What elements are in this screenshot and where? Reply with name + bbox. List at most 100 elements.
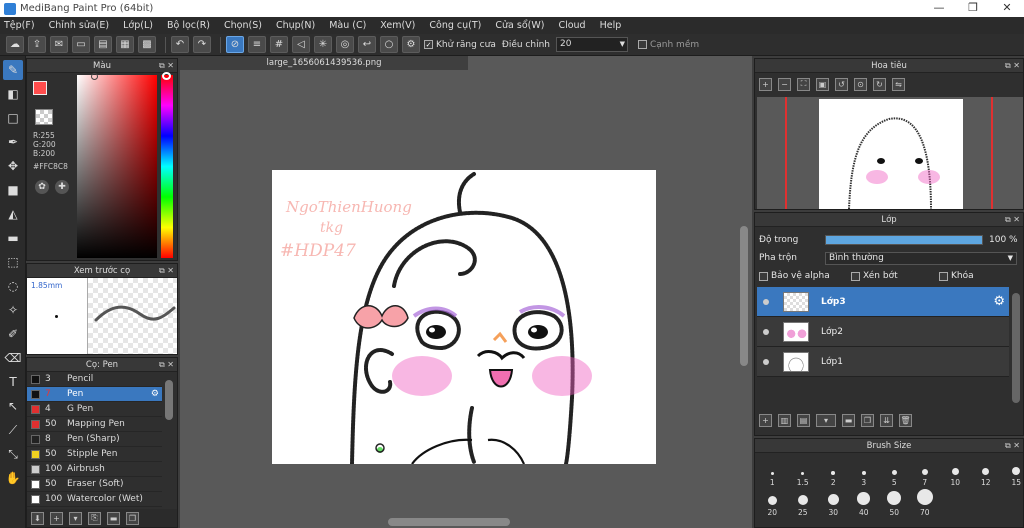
- snap-perspective-icon[interactable]: ◁: [292, 36, 310, 53]
- redo-icon[interactable]: ↷: [193, 36, 211, 53]
- gradient-tool-icon[interactable]: ▬: [3, 228, 23, 248]
- panel-buttons-icon[interactable]: ⧉ ✕: [1005, 59, 1020, 73]
- brush-list-scrollbar[interactable]: [165, 380, 173, 420]
- duplicate-icon[interactable]: ❐: [126, 511, 139, 525]
- panel-buttons-icon[interactable]: ⧉ ✕: [159, 358, 174, 372]
- panel-buttons-icon[interactable]: ⧉ ✕: [159, 59, 174, 73]
- blend-mode-select[interactable]: Bình thường ▼: [825, 251, 1017, 265]
- layer-row-selected[interactable]: Lớp3 ⚙: [757, 287, 1009, 317]
- menu-tools[interactable]: Công cụ(T): [429, 20, 481, 31]
- hue-slider[interactable]: [161, 75, 173, 258]
- snap-settings-icon[interactable]: ⚙: [402, 36, 420, 53]
- zoom-out-icon[interactable]: −: [778, 77, 791, 91]
- eyedropper-icon[interactable]: ⤡: [3, 444, 23, 464]
- brush-item[interactable]: 4 G Pen: [27, 402, 162, 417]
- smooth-option[interactable]: Cạnh mềm: [637, 40, 699, 50]
- brush-size-option[interactable]: 12: [971, 457, 1002, 487]
- snap-grid-icon[interactable]: #: [270, 36, 288, 53]
- move-tool-icon[interactable]: ✥: [3, 156, 23, 176]
- brush-item[interactable]: 100 Airbrush: [27, 462, 162, 477]
- color-picker-cursor[interactable]: [91, 73, 98, 80]
- magic-wand-icon[interactable]: ✧: [3, 300, 23, 320]
- brush-item[interactable]: 100 Watercolor (Wet): [27, 492, 162, 507]
- menu-layer[interactable]: Lớp(L): [123, 20, 153, 31]
- new-brush-icon[interactable]: +: [50, 511, 63, 525]
- brush-copy-icon[interactable]: ⎘: [88, 511, 101, 525]
- eraser-tool-icon[interactable]: ◧: [3, 84, 23, 104]
- adjust-select[interactable]: 20 ▼: [555, 37, 628, 52]
- flip-icon[interactable]: ⇋: [892, 77, 905, 91]
- divide-tool-icon[interactable]: ⟋: [3, 420, 23, 440]
- visibility-icon[interactable]: [763, 328, 769, 335]
- brush-item-selected[interactable]: 7 Pen ⚙: [27, 387, 162, 402]
- drawing-canvas[interactable]: NgoThienHuong tkg #HDP47: [272, 170, 656, 466]
- brush-size-option[interactable]: 70: [910, 487, 941, 517]
- menu-file[interactable]: Tệp(F): [4, 20, 35, 31]
- duplicate-layer-icon[interactable]: ❐: [861, 413, 874, 427]
- select-eraser-icon[interactable]: ⌫: [3, 348, 23, 368]
- snap-ellipse-icon[interactable]: ○: [380, 36, 398, 53]
- brush-item[interactable]: 50 Eraser (Soft): [27, 477, 162, 492]
- brush-size-option[interactable]: 15: [1001, 457, 1024, 487]
- brush-size-option[interactable]: 2: [818, 457, 849, 487]
- menu-filter[interactable]: Bộ lọc(R): [167, 20, 210, 31]
- brush-size-option[interactable]: 7: [910, 457, 941, 487]
- close-button[interactable]: ✕: [990, 0, 1024, 17]
- menu-edit[interactable]: Chỉnh sửa(E): [49, 20, 110, 31]
- opacity-slider[interactable]: [825, 235, 983, 245]
- menu-help[interactable]: Help: [600, 20, 622, 31]
- canvas-vertical-scrollbar[interactable]: [740, 226, 748, 366]
- canvas-horizontal-scrollbar[interactable]: [388, 518, 510, 526]
- palette-icon[interactable]: ✿: [35, 180, 49, 194]
- panel-buttons-icon[interactable]: ⧉ ✕: [1005, 213, 1020, 227]
- select-tool-icon[interactable]: ⬚: [3, 252, 23, 272]
- transparent-swatch[interactable]: [35, 109, 53, 125]
- hue-slider-thumb[interactable]: [162, 72, 171, 80]
- saturation-value-picker[interactable]: [77, 75, 157, 258]
- document-tab[interactable]: large_1656061439536.png: [180, 56, 468, 70]
- comment-icon[interactable]: ✉: [50, 36, 68, 53]
- gear-icon[interactable]: ⚙: [151, 389, 159, 399]
- navigator-preview[interactable]: [757, 97, 1023, 210]
- folder-icon[interactable]: ▬: [107, 511, 120, 525]
- brush-download-icon[interactable]: ⬇: [31, 511, 44, 525]
- visibility-icon[interactable]: [763, 358, 769, 365]
- share-icon[interactable]: ⇪: [28, 36, 46, 53]
- layer-list-scrollbar[interactable]: [1012, 293, 1020, 403]
- brush-size-option[interactable]: 3: [849, 457, 880, 487]
- new-8bit-layer-icon[interactable]: ▤: [797, 413, 810, 427]
- brush-item[interactable]: 50 Mapping Pen: [27, 417, 162, 432]
- rotate-right-icon[interactable]: ↻: [873, 77, 886, 91]
- canvas-area[interactable]: large_1656061439536.png NgoThienHuong tk…: [180, 56, 752, 528]
- grid-icon[interactable]: ▩: [138, 36, 156, 53]
- pages-icon[interactable]: ▦: [116, 36, 134, 53]
- snap-curve-icon[interactable]: ↩: [358, 36, 376, 53]
- layer-row[interactable]: Lớp1: [757, 347, 1009, 377]
- brush-item[interactable]: 50 Stipple Pen: [27, 447, 162, 462]
- menu-color[interactable]: Màu (C): [329, 20, 366, 31]
- snap-parallel-icon[interactable]: ≡: [248, 36, 266, 53]
- panel-buttons-icon[interactable]: ⧉ ✕: [1005, 439, 1020, 453]
- brush-size-option[interactable]: 25: [788, 487, 819, 517]
- chat-icon[interactable]: ▭: [72, 36, 90, 53]
- new-halftone-layer-icon[interactable]: ▥: [778, 413, 791, 427]
- antialias-option[interactable]: ✓ Khử răng cưa: [424, 40, 496, 50]
- folder-icon[interactable]: ▬: [842, 413, 855, 427]
- layer-menu-icon[interactable]: ▾: [816, 413, 836, 427]
- cloud-icon[interactable]: ☁: [6, 36, 24, 53]
- minimize-button[interactable]: —: [922, 0, 956, 17]
- brush-size-option[interactable]: 1: [757, 457, 788, 487]
- snap-off-icon[interactable]: ⊘: [226, 36, 244, 53]
- antialias-checkbox[interactable]: ✓: [424, 40, 433, 49]
- select-pen-icon[interactable]: ✐: [3, 324, 23, 344]
- hand-tool-icon[interactable]: ✋: [3, 468, 23, 488]
- merge-layer-icon[interactable]: ⇊: [880, 413, 893, 427]
- brush-tool-icon[interactable]: ✎: [3, 60, 23, 80]
- palette-add-icon[interactable]: ✚: [55, 180, 69, 194]
- brush-size-option[interactable]: 10: [940, 457, 971, 487]
- visibility-icon[interactable]: [763, 298, 769, 305]
- undo-icon[interactable]: ↶: [171, 36, 189, 53]
- dot-tool-icon[interactable]: □: [3, 108, 23, 128]
- brush-size-option[interactable]: 1.5: [788, 457, 819, 487]
- protect-alpha-checkbox[interactable]: [759, 271, 768, 281]
